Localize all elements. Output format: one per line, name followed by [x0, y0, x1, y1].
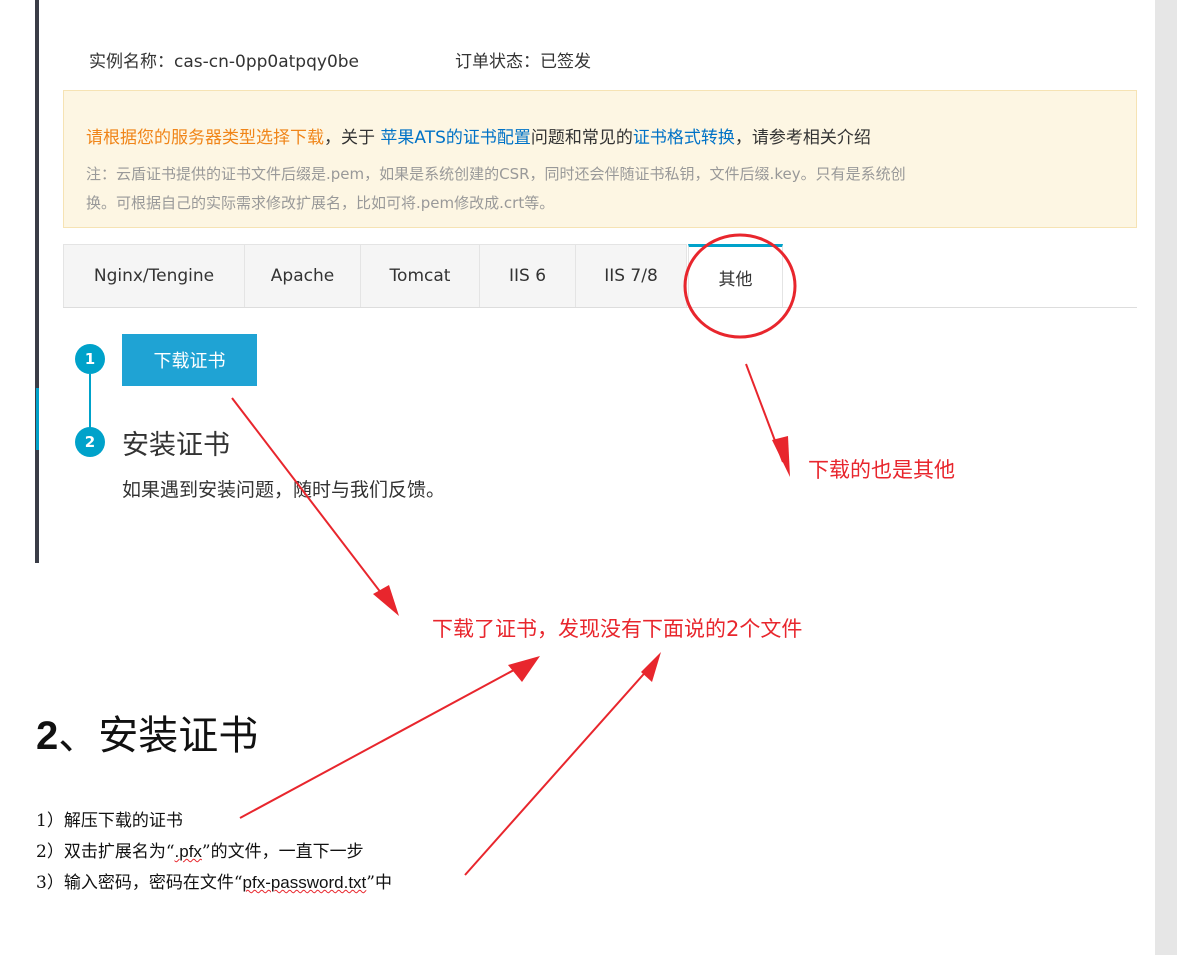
pfx-extension: .pfx [174, 842, 202, 861]
doc-step-3: 3）输入密码，密码在文件“pfx-password.txt”中 [36, 868, 392, 893]
arrowhead-other [772, 436, 790, 477]
annotation-missing-files: 下载了证书，发现没有下面说的2个文件 [432, 617, 803, 641]
doc-step-3-c: ”中 [366, 873, 392, 893]
arrow-from-line1 [239, 663, 526, 819]
arrow-from-line3 [464, 666, 651, 876]
doc-heading-text: 、安装证书 [58, 713, 259, 759]
doc-step-2-a: 2）双击扩展名为“ [36, 842, 175, 862]
doc-step-1: 1）解压下载的证书 [36, 811, 183, 831]
doc-step-2: 2）双击扩展名为“.pfx”的文件，一直下一步 [36, 837, 364, 862]
arrow-from-button [231, 397, 389, 603]
arrowhead-line1 [508, 656, 540, 682]
doc-heading: 2、安装证书 [36, 703, 258, 761]
password-file-name: pfx-password.txt [242, 873, 367, 892]
doc-heading-number: 2 [36, 714, 59, 758]
highlight-circle [683, 233, 797, 339]
doc-step-3-a: 3）输入密码，密码在文件“ [36, 873, 243, 893]
arrowhead-button [373, 585, 399, 616]
arrowhead-line3 [641, 652, 661, 682]
annotation-other: 下载的也是其他 [808, 458, 955, 482]
doc-step-2-c: ”的文件，一直下一步 [201, 842, 364, 862]
